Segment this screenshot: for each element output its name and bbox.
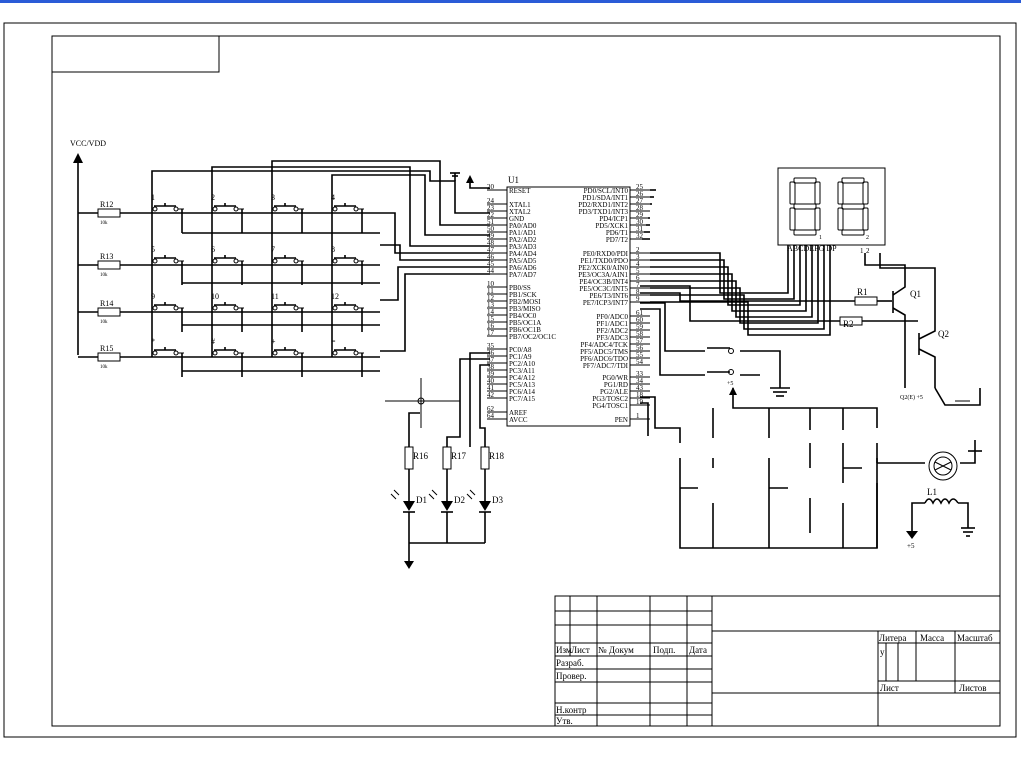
row-resistor-value: 10k [100,365,108,370]
tb-list: Лист [571,645,590,655]
digit-pin-1: 1 [819,235,822,241]
led-resistor-name: R17 [451,451,467,461]
led-diode [403,501,415,511]
q2-label: Q2 [938,329,949,339]
mcu-pin-name: PE7/ICP3/INT7 [583,299,629,307]
led-resistor [404,446,414,470]
mcu-pin-num: 64 [487,412,495,420]
tb-ndoc: № Докум [598,645,634,655]
led-diode-name: D3 [492,495,503,505]
mcu-pin-name: PF7/ADC7/TDI [583,362,629,370]
mcu-pin-name: RESET [509,187,531,195]
tb-nkontr: Н.контр [556,705,587,715]
mcu-pin-num: 17 [487,329,495,337]
mcu-pin-name: PG4/TOSC1 [592,402,628,410]
mcu-pin-name: PC7/A15 [509,395,536,403]
svg-text:2: 2 [866,247,870,255]
row-resistor-value: 10k [100,320,108,325]
vcc-label: VCC/VDD [70,139,106,148]
tb-izm: Изм [556,645,572,655]
mcu-pin-num: 19 [636,398,644,406]
mcu-pin-name: PA7/AD7 [509,271,537,279]
row-resistor-value: 10k [100,221,108,226]
led-resistor [480,446,490,470]
keypad-matrix: R1210kR1310kR1410kR1510k1 2 3 45 6 7 89 10 11 12*… [78,193,380,377]
inductor-label: L1 [927,487,937,497]
tb-list2: Лист [880,683,899,693]
coil-driver-circuit: +5 L1 [640,387,982,550]
mcu-pin-num: 9 [636,295,640,303]
led-diode-name: D2 [454,495,465,505]
mcu-pin-name: PD7/T2 [606,236,629,244]
mcu-pin-num: 42 [487,391,495,399]
row-resistor-name: R14 [100,299,113,308]
row-resistor [97,260,121,270]
mcu-pin-num: 20 [487,183,495,191]
microcontroller-u1: U1 20 RESET24 XTAL123 XTAL222 GND51 PA0/AD050… [487,175,650,427]
seven-segment-display: ABCDEFG DP 1 2 12 [777,167,886,255]
schematic-sheet: VCC/VDD R1210kR1310kR1410kR1510k1 2 3 45 6 7 8… [3,22,1017,738]
r1-label: R1 [857,287,868,297]
led-diode-name: D1 [416,495,427,505]
led-resistor-name: R18 [489,451,505,461]
title-block: Изм Лист № Докум Подп. Дата Разраб. Пров… [554,595,1001,727]
led-resistor [442,446,452,470]
led-diode [441,501,453,511]
mcu-pin-num: 1 [636,412,640,420]
r2-label: R2 [843,319,854,329]
tb-listov: Листов [959,683,986,693]
mcu-name: U1 [508,175,519,185]
row-resistor-value: 10k [100,273,108,278]
q2-note: Q2(E) +5 [900,394,923,401]
mcu-pin-num: 54 [636,358,644,366]
row-resistor-name: R13 [100,252,113,261]
svg-text:1: 1 [860,247,864,255]
tb-masshtab: Масштаб [957,633,993,643]
tb-litera: Литера [879,633,906,643]
svg-text:+5: +5 [727,381,733,387]
svg-text:+5: +5 [907,542,915,550]
tb-massa: Масса [920,633,944,643]
corner-stamp [51,35,220,73]
q1-label: Q1 [910,289,921,299]
display-bus [642,189,831,336]
mcu-pin-name: PEN [615,416,628,424]
tb-razrab: Разраб. [556,658,584,668]
tb-utv: Утв. [556,716,573,726]
row-resistor-name: R15 [100,344,113,353]
led-resistor-name: R16 [413,451,429,461]
row-resistor [97,307,121,317]
row-resistor [97,208,121,218]
row-resistor-name: R12 [100,200,113,209]
led-diode [479,501,491,511]
digit-pin-2: 2 [866,235,869,241]
tb-prover: Провер. [556,671,586,681]
display-digits [789,177,869,236]
keypad-bus [151,160,490,352]
tb-data: Дата [689,645,707,655]
row-resistor [97,352,121,362]
mcu-pin-name: AVCC [509,416,528,424]
tb-podp: Подп. [653,645,675,655]
mcu-pin-name: PB7/OC2/OC1C [509,333,556,341]
tb-u: у [880,647,885,657]
